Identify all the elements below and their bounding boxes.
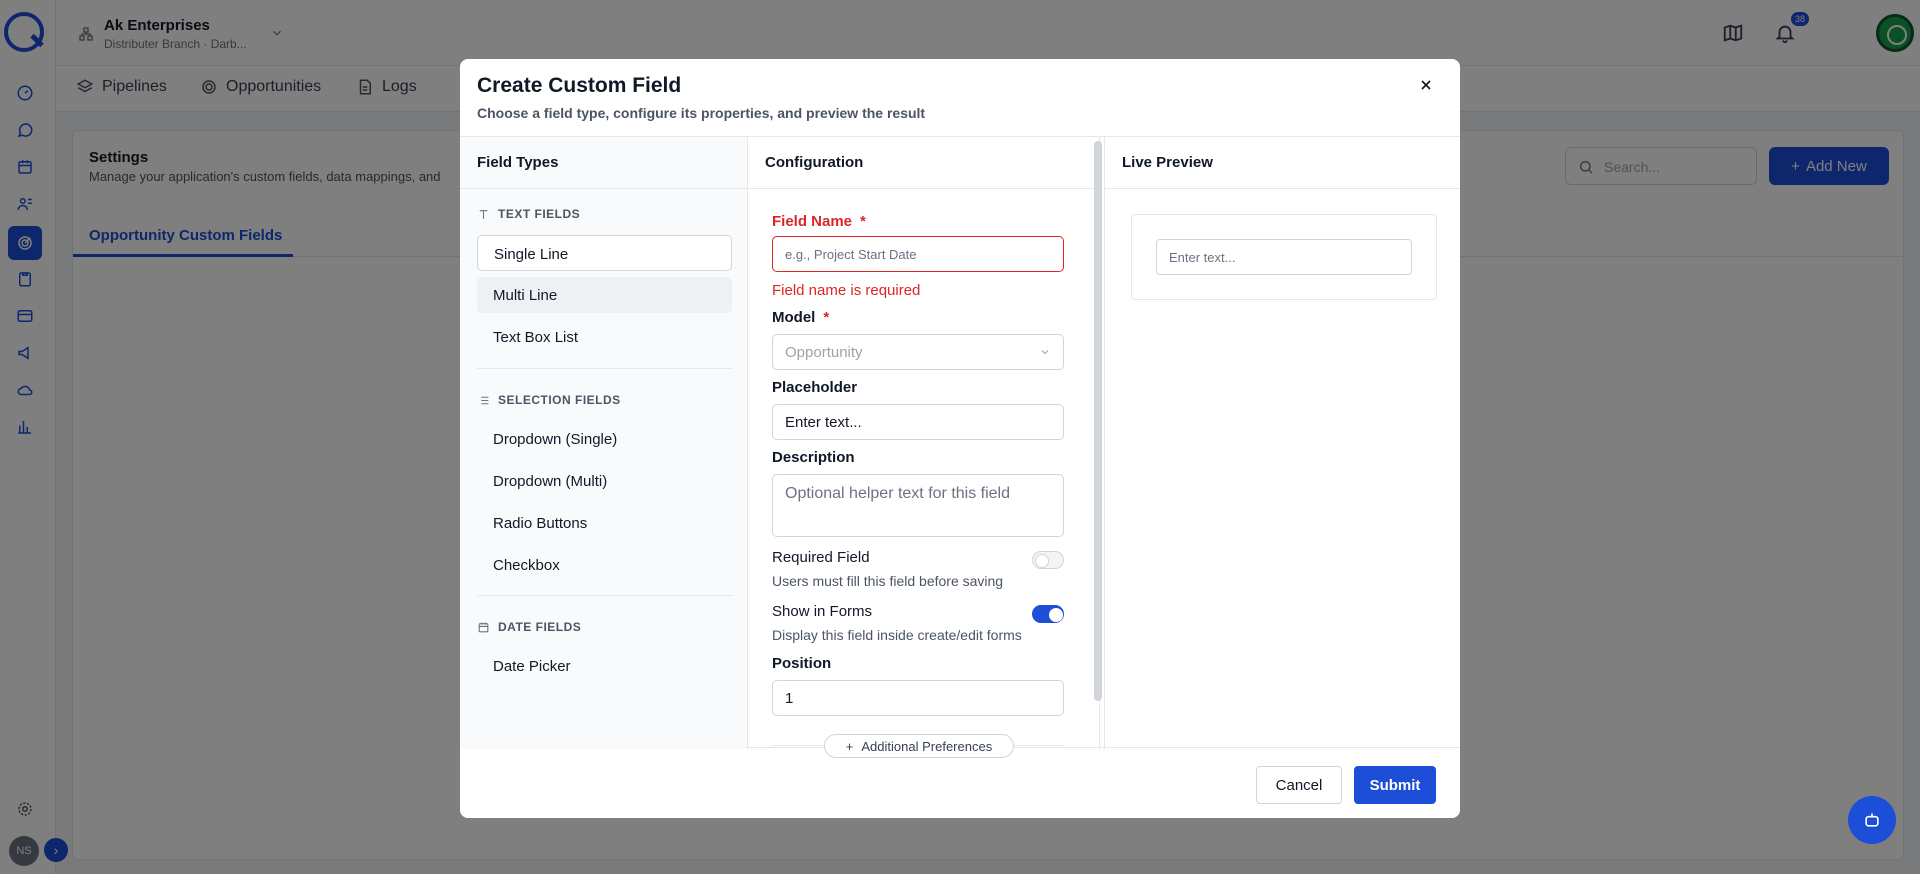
field-types-column: Field Types TEXT FIELDS Single Line Mult… [460, 137, 748, 749]
config-scrollbar[interactable] [1094, 141, 1102, 701]
field-name-label-text: Field Name [772, 213, 853, 230]
live-preview-header: Live Preview [1105, 137, 1460, 189]
field-types-header: Field Types [460, 137, 747, 189]
plus-icon: + [845, 738, 854, 754]
additional-preferences-button[interactable]: + Additional Preferences [824, 734, 1014, 758]
close-icon[interactable] [1418, 77, 1434, 93]
model-value: Opportunity [785, 343, 863, 361]
field-name-label: Field Name * [772, 213, 866, 230]
live-preview-column: Live Preview Enter text... [1104, 137, 1460, 749]
field-name-input[interactable]: e.g., Project Start Date [772, 236, 1064, 272]
create-custom-field-modal: Create Custom Field Choose a field type,… [460, 59, 1460, 818]
field-type-single-line[interactable]: Single Line [477, 235, 732, 271]
field-type-dropdown-single[interactable]: Dropdown (Single) [477, 421, 732, 457]
modal-body: Field Types TEXT FIELDS Single Line Mult… [460, 136, 1460, 758]
preview-card: Enter text... [1131, 214, 1437, 300]
cancel-button[interactable]: Cancel [1256, 766, 1342, 804]
calendar-icon [478, 622, 489, 632]
field-type-checkbox[interactable]: Checkbox [477, 547, 732, 583]
required-field-help: Users must fill this field before saving [772, 573, 1004, 589]
field-type-date-picker[interactable]: Date Picker [477, 648, 732, 684]
required-field-label: Required Field [772, 549, 870, 566]
robot-icon [1865, 813, 1879, 827]
description-textarea[interactable]: Optional helper text for this field [772, 474, 1064, 537]
group-divider [477, 595, 732, 596]
model-select: Opportunity [772, 334, 1064, 370]
text-icon [479, 209, 488, 219]
configuration-header: Configuration [748, 137, 1099, 189]
show-in-forms-label: Show in Forms [772, 603, 873, 620]
list-icon [478, 396, 489, 404]
required-marker: * [860, 213, 866, 230]
selection-fields-group: SELECTION FIELDS [477, 393, 621, 407]
field-type-text-box-list[interactable]: Text Box List [477, 319, 732, 355]
position-input[interactable]: 1 [772, 680, 1064, 716]
text-fields-title: TEXT FIELDS [498, 207, 581, 221]
field-type-dropdown-multi[interactable]: Dropdown (Multi) [477, 463, 732, 499]
required-field-toggle[interactable] [1032, 551, 1064, 569]
field-type-multi-line[interactable]: Multi Line [477, 277, 732, 313]
date-fields-title: DATE FIELDS [498, 620, 582, 634]
configuration-column: Configuration Field Name * e.g., Project … [748, 137, 1100, 758]
chevron-down-icon [1041, 350, 1049, 355]
modal-subtitle: Choose a field type, configure its prope… [477, 105, 926, 121]
model-label: Model * [772, 309, 829, 326]
field-name-error: Field name is required [772, 282, 921, 299]
description-label: Description [772, 449, 855, 466]
group-divider [477, 368, 732, 369]
chatbot-button[interactable] [1848, 796, 1896, 844]
modal-title: Create Custom Field [477, 74, 682, 97]
preview-input[interactable]: Enter text... [1156, 239, 1412, 275]
field-type-radio-buttons[interactable]: Radio Buttons [477, 505, 732, 541]
additional-preferences-label: Additional Preferences [861, 738, 993, 754]
show-in-forms-toggle[interactable] [1032, 605, 1064, 623]
show-in-forms-help: Display this field inside create/edit fo… [772, 627, 1022, 643]
model-label-text: Model [772, 309, 816, 326]
submit-button[interactable]: Submit [1354, 766, 1436, 804]
date-fields-group: DATE FIELDS [477, 620, 581, 634]
placeholder-input[interactable]: Enter text... [772, 404, 1064, 440]
required-marker: * [823, 309, 830, 326]
position-label: Position [772, 655, 832, 672]
text-fields-group: TEXT FIELDS [477, 207, 580, 221]
selection-fields-title: SELECTION FIELDS [498, 393, 621, 407]
placeholder-label: Placeholder [772, 379, 858, 396]
